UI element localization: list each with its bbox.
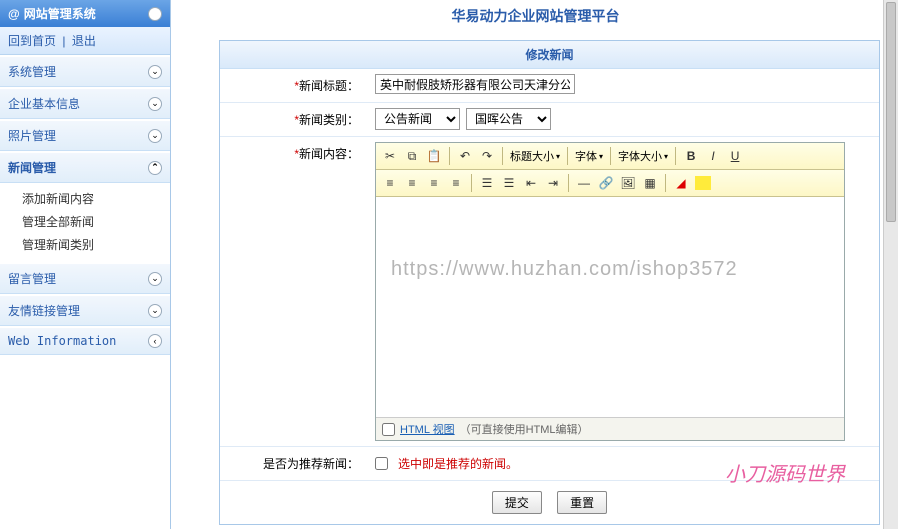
home-link[interactable]: 回到首页 — [8, 34, 56, 48]
unordered-list-icon[interactable]: ☰ — [499, 173, 519, 193]
chevron-down-icon[interactable]: ⌄ — [148, 7, 162, 21]
sidebar-item-photo[interactable]: 照片管理⌄ — [0, 121, 170, 151]
sidebar-item-message[interactable]: 留言管理⌄ — [0, 264, 170, 294]
at-icon: @ — [8, 7, 20, 21]
chevron-down-icon: ⌄ — [148, 304, 162, 318]
editor-toolbar-1: ✂ ⧉ 📋 ↶ ↷ 标题大小▾ 字体▾ — [376, 143, 844, 170]
sidebar-item-news[interactable]: 新闻管理⌃ — [0, 153, 170, 183]
html-view-checkbox[interactable] — [382, 423, 395, 436]
form-buttons: 提交 重置 — [220, 481, 879, 524]
recommend-checkbox[interactable] — [375, 457, 388, 470]
ordered-list-icon[interactable]: ☰ — [477, 173, 497, 193]
category-select-2[interactable]: 国晖公告 — [466, 108, 551, 130]
italic-icon[interactable]: I — [703, 146, 723, 166]
editor-toolbar-2: ≡ ≡ ≡ ≡ ☰ ☰ ⇤ ⇥ — 🔗 — [376, 170, 844, 197]
paste-icon[interactable]: 📋 — [424, 146, 444, 166]
undo-icon[interactable]: ↶ — [455, 146, 475, 166]
reset-button[interactable]: 重置 — [557, 491, 607, 514]
rich-text-editor: ✂ ⧉ 📋 ↶ ↷ 标题大小▾ 字体▾ — [375, 142, 845, 441]
chevron-down-icon: ⌄ — [148, 97, 162, 111]
outdent-icon[interactable]: ⇤ — [521, 173, 541, 193]
edit-news-panel: 修改新闻 *新闻标题： *新闻类别： 公告新闻 国晖公告 *新闻内容： — [219, 40, 880, 525]
forecolor-icon[interactable]: ◢ — [671, 173, 691, 193]
sidebar-item-links[interactable]: 友情链接管理⌄ — [0, 296, 170, 326]
heading-dropdown[interactable]: 标题大小▾ — [508, 148, 562, 164]
chevron-down-icon: ⌄ — [148, 129, 162, 143]
platform-title: 华易动力企业网站管理平台 — [171, 0, 900, 32]
backcolor-icon[interactable] — [695, 176, 711, 190]
submenu-add-news[interactable]: 添加新闻内容 — [22, 187, 170, 210]
image-icon[interactable]: 🖼 — [618, 173, 638, 193]
redo-icon[interactable]: ↷ — [477, 146, 497, 166]
align-justify-icon[interactable]: ≡ — [446, 173, 466, 193]
font-dropdown[interactable]: 字体▾ — [573, 148, 605, 164]
system-name: 网站管理系统 — [24, 5, 96, 22]
logout-link[interactable]: 退出 — [72, 34, 96, 48]
link-icon[interactable]: 🔗 — [596, 173, 616, 193]
separator: | — [62, 34, 65, 48]
label-category: *新闻类别： — [220, 103, 365, 136]
sidebar-nav: 回到首页 | 退出 — [0, 27, 170, 55]
align-right-icon[interactable]: ≡ — [424, 173, 444, 193]
submenu-manage-all[interactable]: 管理全部新闻 — [22, 210, 170, 233]
scrollbar[interactable] — [883, 0, 898, 529]
chevron-up-icon: ⌃ — [148, 161, 162, 175]
indent-icon[interactable]: ⇥ — [543, 173, 563, 193]
underline-icon[interactable]: U — [725, 146, 745, 166]
editor-footer: HTML 视图 （可直接使用HTML编辑） — [376, 417, 844, 440]
panel-title: 修改新闻 — [220, 41, 879, 69]
copy-icon[interactable]: ⧉ — [402, 146, 422, 166]
news-title-input[interactable] — [375, 74, 575, 94]
editor-textarea[interactable] — [376, 197, 844, 417]
recommend-hint: 选中即是推荐的新闻。 — [398, 455, 518, 472]
label-recommend: 是否为推荐新闻： — [220, 447, 365, 480]
sidebar-item-webinfo[interactable]: Web Information‹ — [0, 328, 170, 355]
chevron-down-icon: ⌄ — [148, 65, 162, 79]
category-select-1[interactable]: 公告新闻 — [375, 108, 460, 130]
hr-icon[interactable]: — — [574, 173, 594, 193]
fontsize-dropdown[interactable]: 字体大小▾ — [616, 148, 670, 164]
bold-icon[interactable]: B — [681, 146, 701, 166]
align-left-icon[interactable]: ≡ — [380, 173, 400, 193]
sidebar-item-system[interactable]: 系统管理⌄ — [0, 57, 170, 87]
sidebar-title: @ 网站管理系统 ⌄ — [0, 0, 170, 27]
sidebar-submenu-news: 添加新闻内容 管理全部新闻 管理新闻类别 — [0, 183, 170, 262]
html-hint: （可直接使用HTML编辑） — [460, 421, 589, 437]
label-title: *新闻标题： — [220, 69, 365, 102]
align-center-icon[interactable]: ≡ — [402, 173, 422, 193]
sidebar-item-company[interactable]: 企业基本信息⌄ — [0, 89, 170, 119]
table-icon[interactable]: ▦ — [640, 173, 660, 193]
chevron-down-icon: ⌄ — [148, 272, 162, 286]
submit-button[interactable]: 提交 — [492, 491, 542, 514]
label-content: *新闻内容： — [220, 137, 365, 446]
chevron-left-icon: ‹ — [148, 334, 162, 348]
submenu-manage-cat[interactable]: 管理新闻类别 — [22, 233, 170, 256]
cut-icon[interactable]: ✂ — [380, 146, 400, 166]
html-view-link[interactable]: HTML 视图 — [400, 421, 455, 437]
